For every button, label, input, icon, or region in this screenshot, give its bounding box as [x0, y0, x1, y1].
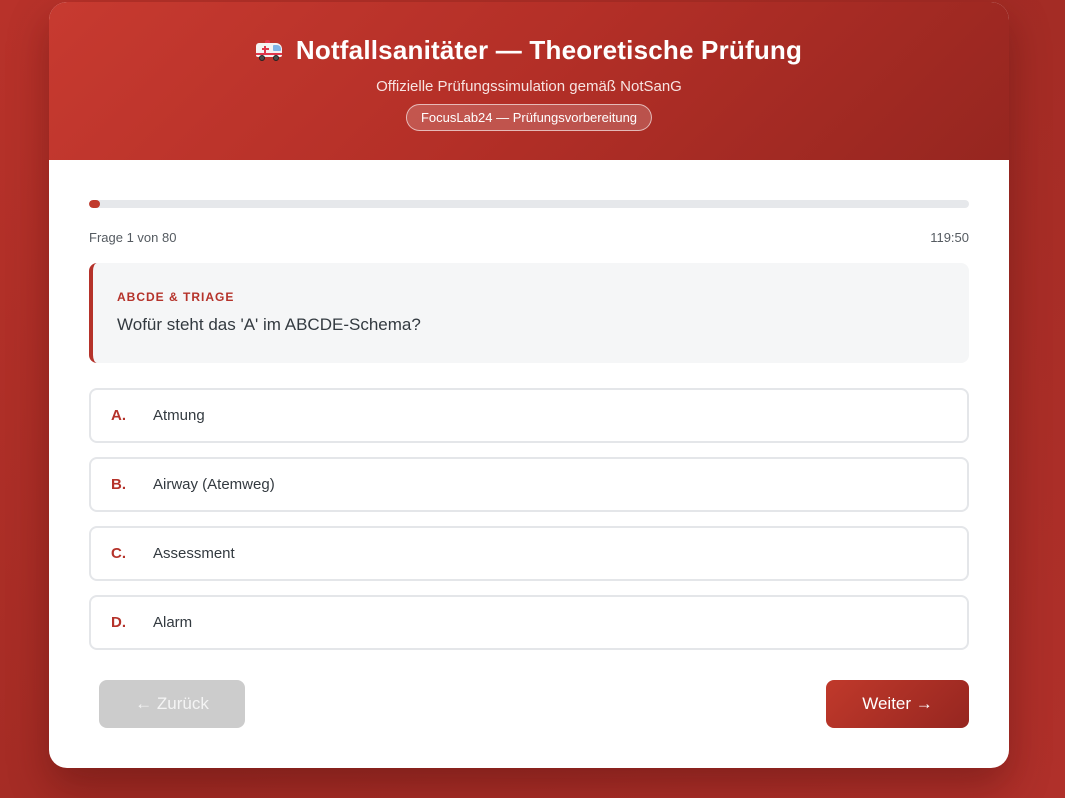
back-button[interactable]: ← Zurück [99, 680, 245, 728]
answer-text: Assessment [153, 545, 235, 562]
answer-list: A. Atmung B. Airway (Atemweg) C. Assessm… [89, 388, 969, 664]
progress-fill [89, 200, 100, 208]
answer-option-b[interactable]: B. Airway (Atemweg) [89, 457, 969, 512]
answer-letter: A. [111, 407, 126, 424]
answer-text: Airway (Atemweg) [153, 476, 275, 493]
brand-badge: FocusLab24 — Prüfungsvorbereitung [405, 104, 653, 131]
answer-option-a[interactable]: A. Atmung [89, 388, 969, 443]
answer-text: Alarm [153, 614, 193, 631]
answer-option-c[interactable]: C. Assessment [89, 526, 969, 581]
question-counter: Frage 1 von 80 [89, 230, 177, 245]
answer-letter: D. [111, 614, 126, 631]
title-row: Notfallsanitäter — Theoretische Prüfung [49, 35, 1009, 66]
answer-text: Atmung [153, 407, 205, 424]
question-card: ABCDE & TRIAGE Wofür steht das 'A' im AB… [89, 263, 969, 363]
exam-card: Notfallsanitäter — Theoretische Prüfung … [49, 2, 1009, 768]
exam-header: Notfallsanitäter — Theoretische Prüfung … [49, 2, 1009, 160]
question-text: Wofür steht das 'A' im ABCDE-Schema? [117, 315, 421, 334]
answer-letter: C. [111, 545, 126, 562]
page-subtitle: Offizielle Prüfungssimulation gemäß NotS… [376, 78, 682, 95]
question-category: ABCDE & TRIAGE [117, 290, 235, 304]
page-title: Notfallsanitäter — Theoretische Prüfung [295, 35, 803, 65]
answer-letter: B. [111, 476, 126, 493]
meta-row: Frage 1 von 80 119:50 [89, 230, 969, 245]
progress-bar [89, 200, 969, 208]
next-button[interactable]: Weiter → [826, 680, 969, 728]
ambulance-icon [255, 39, 284, 62]
exam-timer: 119:50 [930, 230, 969, 245]
exam-content: Frage 1 von 80 119:50 ABCDE & TRIAGE Wof… [49, 160, 1009, 768]
answer-option-d[interactable]: D. Alarm [89, 595, 969, 650]
